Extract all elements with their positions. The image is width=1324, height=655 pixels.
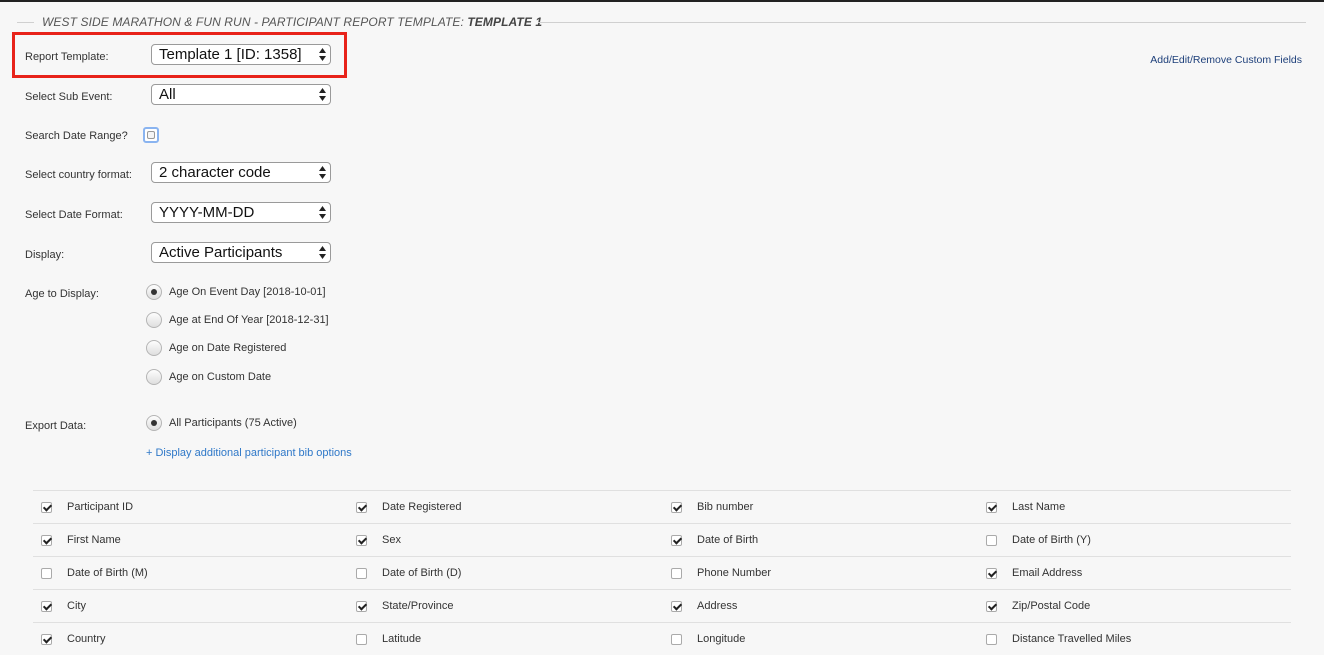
checkbox-checked[interactable] <box>671 601 682 612</box>
export-data-label: Export Data: <box>25 420 87 432</box>
checkbox-unchecked[interactable] <box>986 535 997 546</box>
checkbox-checked[interactable] <box>986 601 997 612</box>
checkbox-checked[interactable] <box>356 535 367 546</box>
field-row: Country Latitude Longitude Distance Trav… <box>33 622 1291 655</box>
radio-checked[interactable] <box>146 284 162 300</box>
country-format-select[interactable]: 2 character code <box>151 162 331 183</box>
select-arrows-icon <box>319 166 326 179</box>
sub-event-label: Select Sub Event: <box>25 91 113 103</box>
select-arrows-icon <box>319 246 326 259</box>
field-row: First Name Sex Date of Birth Date of Bir… <box>33 523 1291 556</box>
display-select[interactable]: Active Participants <box>151 242 331 263</box>
age-display-label: Age to Display: <box>25 288 99 300</box>
checkbox-checked[interactable] <box>41 535 52 546</box>
date-format-label: Select Date Format: <box>25 209 123 221</box>
radio-unchecked[interactable] <box>146 369 162 385</box>
select-arrows-icon <box>319 48 326 61</box>
checkbox-checked[interactable] <box>41 601 52 612</box>
checkbox-checked[interactable] <box>671 502 682 513</box>
bib-options-link[interactable]: + Display additional participant bib opt… <box>146 447 352 459</box>
date-format-select[interactable]: YYYY-MM-DD <box>151 202 331 223</box>
radio-unchecked[interactable] <box>146 312 162 328</box>
checkbox-unchecked[interactable] <box>356 568 367 579</box>
checkbox-checked[interactable] <box>986 502 997 513</box>
checkbox-checked[interactable] <box>356 601 367 612</box>
select-arrows-icon <box>319 88 326 101</box>
sub-event-select[interactable]: All <box>151 84 331 105</box>
checkbox-unchecked[interactable] <box>671 568 682 579</box>
legend-line-left <box>17 22 34 23</box>
checkbox-checked[interactable] <box>356 502 367 513</box>
report-template-select[interactable]: Template 1 [ID: 1358] <box>151 44 331 65</box>
radio-unchecked[interactable] <box>146 340 162 356</box>
display-label: Display: <box>25 249 65 261</box>
checkbox-checked[interactable] <box>41 502 52 513</box>
field-row: Date of Birth (M) Date of Birth (D) Phon… <box>33 556 1291 589</box>
report-template-label: Report Template: <box>25 51 109 63</box>
date-range-checkbox[interactable] <box>143 127 159 143</box>
date-range-label: Search Date Range? <box>25 130 128 142</box>
field-row: Participant ID Date Registered Bib numbe… <box>33 490 1291 523</box>
checkbox-checked[interactable] <box>671 535 682 546</box>
page-title: WEST SIDE MARATHON & FUN RUN - PARTICIPA… <box>42 15 543 29</box>
radio-checked[interactable] <box>146 415 162 431</box>
field-row: City State/Province Address Zip/Postal C… <box>33 589 1291 622</box>
checkbox-unchecked[interactable] <box>41 568 52 579</box>
legend-line-right <box>538 22 1306 23</box>
select-arrows-icon <box>319 206 326 219</box>
country-format-label: Select country format: <box>25 169 132 181</box>
field-grid: Participant ID Date Registered Bib numbe… <box>33 490 1291 655</box>
checkbox-checked[interactable] <box>986 568 997 579</box>
custom-fields-link[interactable]: Add/Edit/Remove Custom Fields <box>1150 54 1302 66</box>
